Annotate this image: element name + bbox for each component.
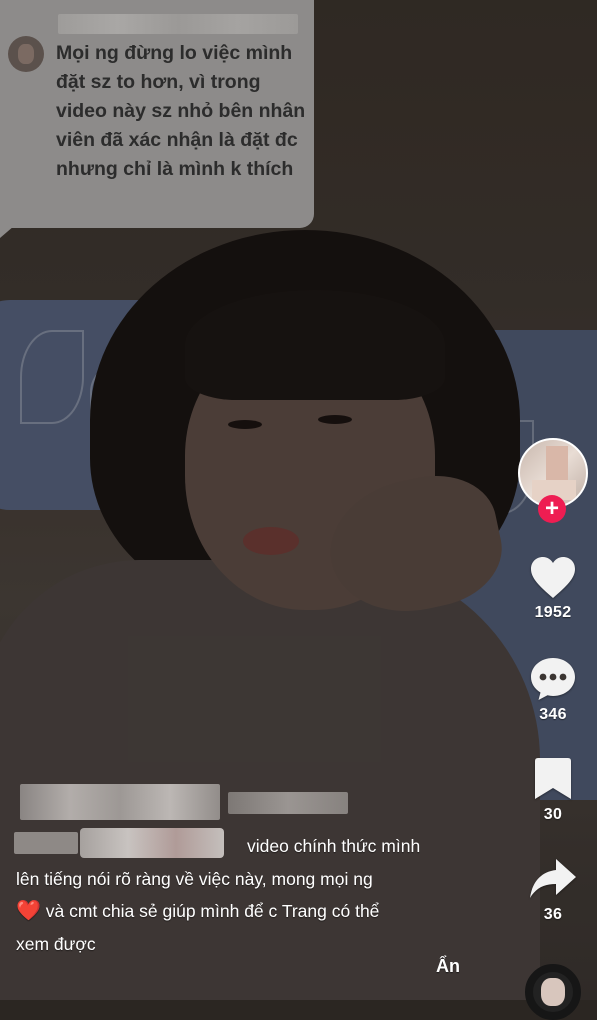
caption-line-3: và cmt chia sẻ giúp mình để c Trang có t…: [40, 901, 380, 921]
comment-author-name-blurred: [58, 14, 298, 34]
comment-bubble-icon: [531, 658, 575, 700]
share-arrow-icon: [530, 859, 576, 898]
author-name-blurred[interactable]: [20, 784, 220, 820]
hide-caption-button[interactable]: Ẩn: [436, 956, 460, 977]
comment-count: 346: [539, 706, 567, 723]
reply-comment-bubble[interactable]: Mọi ng đừng lo việc mình đặt sz to hơn, …: [0, 0, 314, 228]
like-button[interactable]: 1952: [512, 556, 594, 622]
heart-icon: [531, 557, 575, 598]
share-button[interactable]: 36: [512, 856, 594, 924]
comment-bubble-tail: [0, 226, 14, 238]
bookmark-icon: [535, 758, 571, 799]
caption-line-2: lên tiếng nói rõ ràng về việc này, mong …: [16, 868, 373, 889]
caption-line-4: xem được: [16, 933, 96, 954]
red-heart-emoji: ❤️: [16, 900, 41, 922]
music-disc[interactable]: [525, 964, 581, 1020]
share-count: 36: [543, 906, 563, 923]
comment-author-avatar: [8, 36, 44, 72]
post-date-blurred: [228, 792, 348, 814]
comment-text: Mọi ng đừng lo việc mình đặt sz to hơn, …: [56, 42, 306, 180]
save-count: 30: [543, 806, 563, 823]
follow-plus-icon[interactable]: +: [538, 495, 566, 523]
save-button[interactable]: 30: [512, 756, 594, 824]
video-caption: video chính thức mình lên tiếng nói rõ r…: [16, 830, 486, 960]
caption-line-1: video chính thức mình: [247, 836, 421, 856]
comment-button[interactable]: 346: [512, 656, 594, 724]
like-count: 1952: [534, 604, 572, 621]
